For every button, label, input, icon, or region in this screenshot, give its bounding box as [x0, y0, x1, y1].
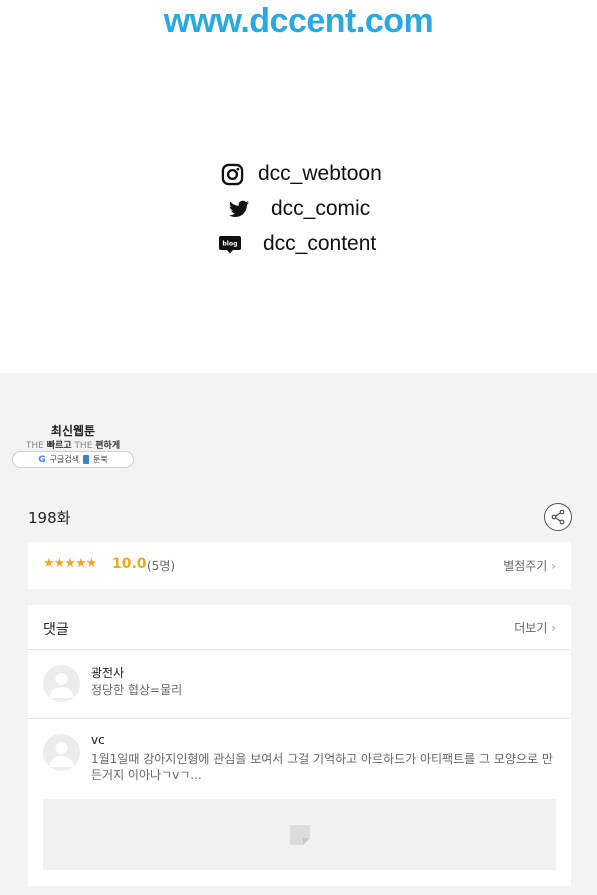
rate-button-label: 별점주기 — [503, 559, 548, 573]
google-icon: G — [38, 454, 46, 465]
share-icon — [551, 509, 565, 525]
chevron-right-icon: › — [551, 621, 556, 635]
badge-prefix-1: THE — [25, 441, 44, 451]
share-button[interactable] — [544, 503, 572, 531]
badge-word-1: 빠르고 — [46, 441, 72, 451]
latest-webtoon-badge[interactable]: 최신웹툰 THE 빠르고 THE 편하게 G 구글검색 툰북 — [12, 422, 134, 468]
rating-count: (5명) — [147, 559, 176, 573]
badge-word-2: 편하게 — [95, 441, 121, 451]
blog-icon: blog — [219, 236, 241, 254]
more-comments-button[interactable]: 더보기 › — [514, 619, 556, 636]
comment-text: 1월1일때 강아지인형에 관심을 보여서 그걸 기억하고 아르하드가 아티팩트를… — [91, 752, 553, 782]
social-twitter[interactable]: dcc_comic — [228, 197, 370, 221]
badge-search-pill: G 구글검색 툰북 — [12, 451, 134, 468]
comment-text: 정당한 협상=물리 — [91, 683, 183, 697]
chevron-right-icon: › — [551, 559, 556, 573]
ad-placeholder — [43, 799, 556, 870]
social-blog[interactable]: blog dcc_content — [218, 232, 376, 256]
badge-subtitle: THE 빠르고 THE 편하게 — [12, 438, 134, 451]
instagram-icon — [221, 163, 244, 185]
rating-score: 10.0 — [112, 556, 147, 572]
comment-item: vc 1월1일때 강아지인형에 관심을 보여서 그걸 기억하고 아르하드가 아티… — [28, 720, 571, 886]
badge-prefix-2: THE — [74, 441, 93, 451]
comments-header: 댓글 더보기 › — [28, 605, 571, 650]
avatar — [43, 665, 80, 702]
site-url-link[interactable]: www.dccent.com — [0, 2, 597, 41]
more-comments-label: 더보기 — [514, 621, 548, 635]
badge-title: 최신웹툰 — [50, 424, 96, 438]
rating-stars-icon: ★★★★★ — [43, 556, 97, 571]
rate-button[interactable]: 별점주기 › — [503, 557, 556, 574]
blog-handle: dcc_content — [263, 232, 377, 255]
comment-author: vc — [91, 733, 105, 747]
comment-item: 광전사 정당한 협상=물리 — [28, 651, 571, 719]
comment-author: 광전사 — [91, 666, 125, 680]
toonbook-icon — [83, 455, 90, 464]
twitter-icon — [228, 200, 250, 217]
comments-title: 댓글 — [43, 622, 69, 638]
comments-card: 댓글 더보기 › 광전사 정당한 협상=물리 vc 1월1일때 강아지인형에 관… — [28, 605, 571, 886]
instagram-handle: dcc_webtoon — [258, 162, 382, 185]
image-placeholder-icon — [289, 824, 310, 845]
twitter-handle: dcc_comic — [271, 197, 371, 220]
user-avatar-icon — [49, 742, 74, 767]
google-search-label: 구글검색 — [49, 455, 80, 464]
blog-icon-text: blog — [222, 241, 237, 248]
top-section: www.dccent.com dcc_webtoon dcc_comic blo… — [0, 0, 597, 373]
episode-title: 198화 — [28, 509, 71, 527]
rating-card: ★★★★★ 10.0 (5명) 별점주기 › — [28, 542, 571, 589]
social-instagram[interactable]: dcc_webtoon — [221, 162, 382, 186]
toonbook-label: 툰북 — [93, 455, 108, 464]
user-avatar-icon — [49, 673, 74, 698]
avatar — [43, 734, 80, 771]
